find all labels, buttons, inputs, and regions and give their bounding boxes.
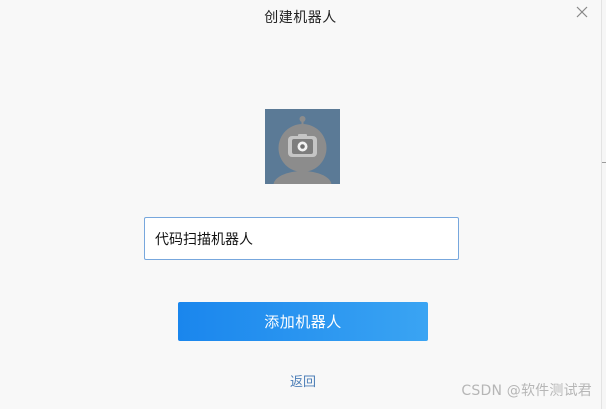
close-icon[interactable] <box>575 4 589 18</box>
watermark: CSDN @软件测试君 <box>461 383 592 399</box>
dialog-title: 创建机器人 <box>264 10 337 26</box>
robot-name-input[interactable] <box>144 217 459 260</box>
add-robot-button[interactable]: 添加机器人 <box>178 302 428 341</box>
create-robot-dialog: 创建机器人 添加机器人 返回 <box>0 0 602 409</box>
robot-camera-avatar-icon <box>265 109 340 184</box>
avatar-upload-button[interactable] <box>265 109 340 184</box>
edge-divider <box>602 162 606 163</box>
